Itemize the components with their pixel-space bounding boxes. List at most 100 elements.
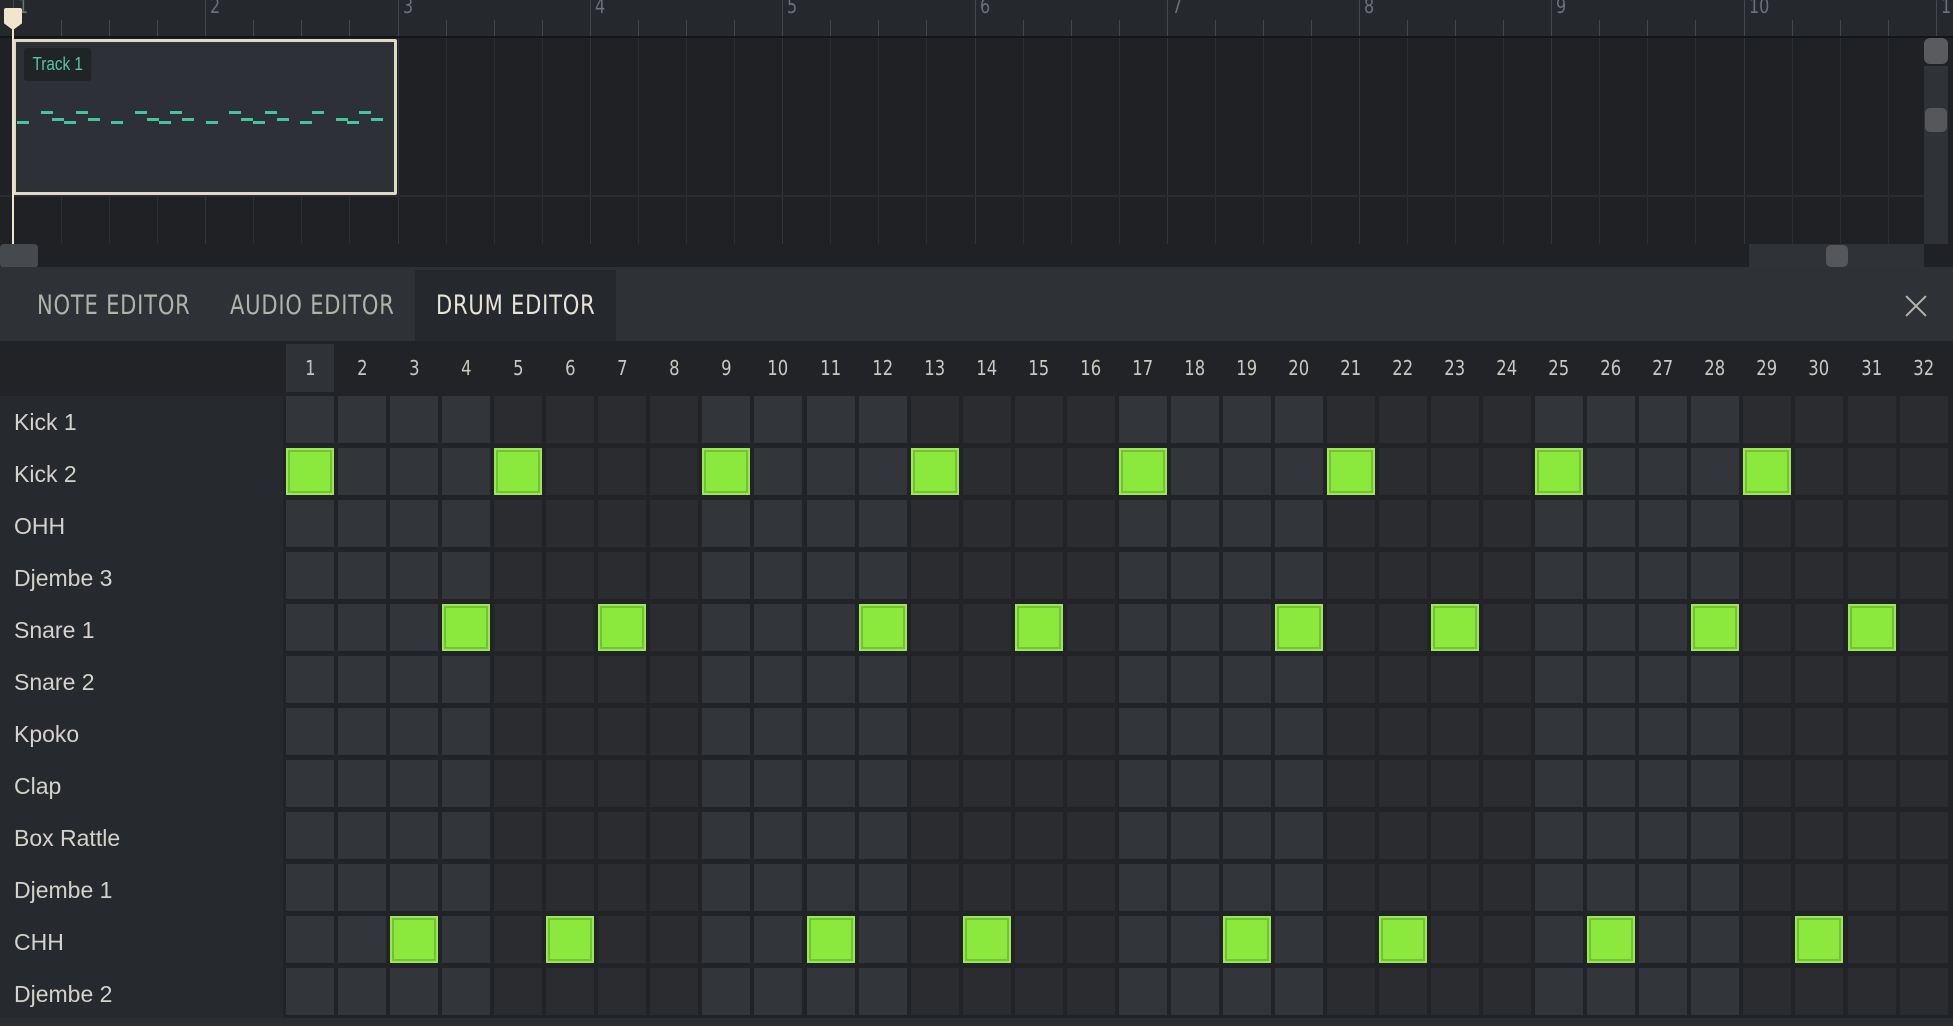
step-cell[interactable] xyxy=(1327,864,1375,911)
step-cell[interactable] xyxy=(286,760,334,807)
step-cell[interactable] xyxy=(1015,760,1063,807)
step-cell[interactable] xyxy=(1795,760,1843,807)
step-cell[interactable] xyxy=(1743,916,1791,963)
step-cell-active[interactable] xyxy=(963,916,1011,963)
step-cell[interactable] xyxy=(1119,708,1167,755)
step-cell[interactable] xyxy=(1743,656,1791,703)
step-cell[interactable] xyxy=(963,552,1011,599)
step-cell[interactable] xyxy=(598,708,646,755)
step-cell[interactable] xyxy=(1379,604,1427,651)
step-cell[interactable] xyxy=(442,656,490,703)
step-cell[interactable] xyxy=(1848,656,1896,703)
step-cell[interactable] xyxy=(1795,812,1843,859)
step-cell[interactable] xyxy=(1587,812,1635,859)
step-cell[interactable] xyxy=(1535,396,1583,443)
step-cell[interactable] xyxy=(494,916,542,963)
step-cell-active[interactable] xyxy=(1015,604,1063,651)
step-cell[interactable] xyxy=(390,396,438,443)
step-cell[interactable] xyxy=(1067,448,1115,495)
step-cell[interactable] xyxy=(650,656,698,703)
step-cell[interactable] xyxy=(390,812,438,859)
step-cell[interactable] xyxy=(1431,448,1479,495)
step-cell[interactable] xyxy=(546,604,594,651)
step-cell[interactable] xyxy=(702,396,750,443)
step-cell[interactable] xyxy=(1483,968,1531,1015)
step-cell[interactable] xyxy=(963,812,1011,859)
instrument-label[interactable]: Kpoko xyxy=(14,708,79,760)
step-cell[interactable] xyxy=(546,500,594,547)
step-cell[interactable] xyxy=(1535,708,1583,755)
step-cell[interactable] xyxy=(1171,812,1219,859)
step-cell[interactable] xyxy=(754,916,802,963)
step-cell[interactable] xyxy=(1743,812,1791,859)
step-cell[interactable] xyxy=(1275,552,1323,599)
step-cell[interactable] xyxy=(650,864,698,911)
step-cell[interactable] xyxy=(702,708,750,755)
step-cell[interactable] xyxy=(1535,552,1583,599)
step-cell[interactable] xyxy=(1015,552,1063,599)
step-cell[interactable] xyxy=(1067,604,1115,651)
step-cell[interactable] xyxy=(1587,552,1635,599)
step-cell[interactable] xyxy=(1483,916,1531,963)
step-cell[interactable] xyxy=(650,552,698,599)
step-cell[interactable] xyxy=(807,396,855,443)
step-cell[interactable] xyxy=(1119,656,1167,703)
step-cell[interactable] xyxy=(494,708,542,755)
step-cell[interactable] xyxy=(1900,812,1948,859)
step-cell[interactable] xyxy=(494,760,542,807)
step-cell[interactable] xyxy=(286,864,334,911)
step-cell[interactable] xyxy=(546,552,594,599)
step-cell-active[interactable] xyxy=(1691,604,1739,651)
step-cell[interactable] xyxy=(754,448,802,495)
step-cell[interactable] xyxy=(1795,396,1843,443)
step-cell[interactable] xyxy=(1275,864,1323,911)
step-cell[interactable] xyxy=(1015,396,1063,443)
step-cell[interactable] xyxy=(1639,812,1687,859)
step-cell[interactable] xyxy=(1379,552,1427,599)
step-cell[interactable] xyxy=(442,396,490,443)
step-cell-active[interactable] xyxy=(1848,604,1896,651)
step-cell[interactable] xyxy=(1431,916,1479,963)
step-cell[interactable] xyxy=(338,448,386,495)
step-cell[interactable] xyxy=(1900,552,1948,599)
step-cell[interactable] xyxy=(911,708,959,755)
step-cell[interactable] xyxy=(911,916,959,963)
step-cell[interactable] xyxy=(1639,396,1687,443)
step-cell[interactable] xyxy=(807,812,855,859)
step-cell[interactable] xyxy=(1327,396,1375,443)
step-cell[interactable] xyxy=(1223,812,1271,859)
step-cell[interactable] xyxy=(390,448,438,495)
step-cell[interactable] xyxy=(494,500,542,547)
step-cell[interactable] xyxy=(1327,968,1375,1015)
step-cell[interactable] xyxy=(1483,656,1531,703)
step-cell[interactable] xyxy=(338,552,386,599)
step-cell[interactable] xyxy=(598,864,646,911)
step-cell[interactable] xyxy=(442,916,490,963)
step-cell[interactable] xyxy=(1691,656,1739,703)
step-cell[interactable] xyxy=(442,812,490,859)
step-cell[interactable] xyxy=(390,500,438,547)
step-cell[interactable] xyxy=(1535,968,1583,1015)
step-cell[interactable] xyxy=(650,448,698,495)
step-cell[interactable] xyxy=(1119,396,1167,443)
step-cell[interactable] xyxy=(1067,708,1115,755)
step-cell[interactable] xyxy=(650,968,698,1015)
step-cell[interactable] xyxy=(1223,968,1271,1015)
step-cell[interactable] xyxy=(494,864,542,911)
step-cell[interactable] xyxy=(1483,396,1531,443)
step-cell[interactable] xyxy=(807,604,855,651)
step-cell[interactable] xyxy=(1743,864,1791,911)
step-cell-active[interactable] xyxy=(702,448,750,495)
step-cell[interactable] xyxy=(911,812,959,859)
step-cell[interactable] xyxy=(1743,396,1791,443)
step-cell-active[interactable] xyxy=(1119,448,1167,495)
step-cell[interactable] xyxy=(1743,604,1791,651)
step-cell[interactable] xyxy=(1223,396,1271,443)
step-cell[interactable] xyxy=(1067,396,1115,443)
step-cell[interactable] xyxy=(702,916,750,963)
step-cell[interactable] xyxy=(1587,448,1635,495)
step-cell[interactable] xyxy=(390,552,438,599)
step-cell[interactable] xyxy=(442,552,490,599)
step-cell[interactable] xyxy=(1015,656,1063,703)
step-cell[interactable] xyxy=(807,708,855,755)
